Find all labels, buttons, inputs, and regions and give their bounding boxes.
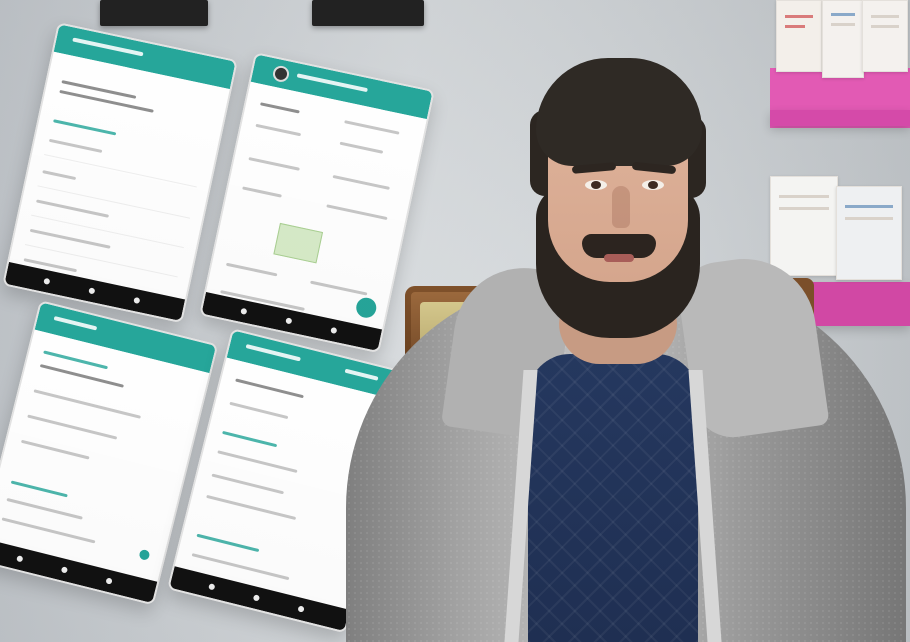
recent-apps-icon	[330, 326, 338, 335]
photo-scene	[0, 0, 910, 642]
text-line	[206, 494, 297, 521]
recent-apps-icon	[297, 605, 305, 613]
section-heading	[53, 119, 117, 136]
app-bar-title	[53, 315, 98, 331]
text-line	[61, 80, 137, 99]
text-line	[248, 157, 300, 171]
text-line	[229, 401, 289, 420]
text-line	[225, 262, 278, 277]
section-heading	[10, 480, 68, 498]
sweater-pattern	[528, 354, 698, 642]
card-decoration	[871, 25, 899, 28]
text-line	[42, 170, 77, 181]
back-icon	[240, 307, 248, 315]
right-eye-icon	[642, 180, 664, 190]
text-line	[211, 473, 285, 495]
top-middle-frame	[312, 0, 424, 26]
card-decoration	[785, 15, 813, 18]
text-line	[29, 228, 111, 249]
text-line	[242, 186, 282, 198]
card-decoration	[871, 15, 899, 18]
text-line	[59, 89, 154, 113]
app-bar-title	[245, 343, 301, 362]
text-line	[27, 414, 118, 440]
home-icon	[252, 594, 261, 602]
text-line	[39, 364, 124, 388]
app-bar-title	[72, 37, 144, 57]
divider	[37, 185, 191, 219]
text-line	[36, 199, 110, 218]
mouth	[604, 254, 634, 262]
card-decoration	[831, 23, 855, 26]
section-heading	[196, 533, 260, 553]
section-heading	[222, 430, 278, 448]
recent-apps-icon	[133, 296, 141, 305]
text-line	[255, 123, 302, 137]
text-line	[48, 138, 103, 153]
recent-apps-icon	[105, 577, 113, 585]
text-line	[217, 450, 298, 473]
back-icon	[208, 583, 216, 591]
nose	[612, 186, 630, 228]
text-line	[33, 389, 141, 419]
text-line	[20, 439, 90, 460]
checklist-preview	[273, 222, 324, 264]
home-icon	[60, 566, 69, 574]
divider	[31, 214, 184, 249]
home-icon	[285, 317, 293, 325]
card-decoration	[785, 25, 805, 28]
back-icon	[43, 277, 51, 285]
text-line	[235, 378, 304, 399]
text-line	[6, 497, 83, 520]
text-line	[260, 102, 300, 114]
person-portrait	[346, 58, 906, 642]
divider	[44, 154, 197, 188]
hair	[536, 58, 702, 166]
home-icon	[88, 287, 96, 295]
back-icon	[16, 555, 24, 563]
avatar-icon	[271, 64, 291, 84]
top-left-frame	[100, 0, 208, 26]
left-eye-icon	[585, 180, 607, 190]
text-line	[1, 517, 96, 544]
card-decoration	[831, 13, 855, 16]
